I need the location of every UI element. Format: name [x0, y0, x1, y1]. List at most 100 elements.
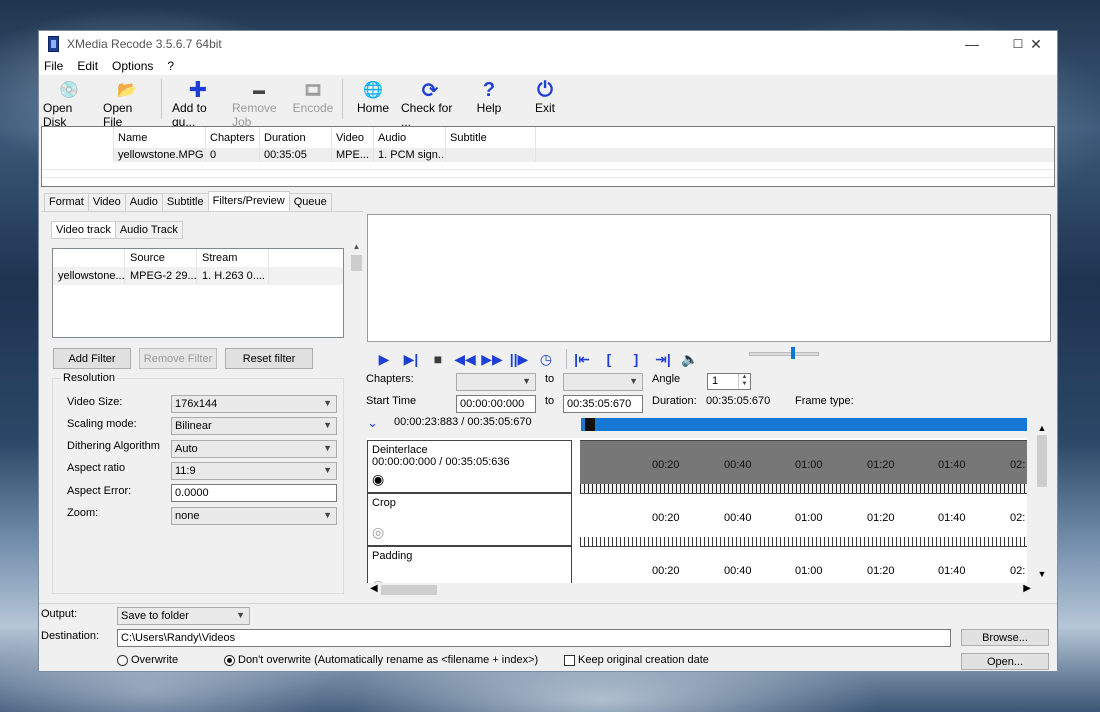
output-select[interactable]: Save to folder ▼ [117, 607, 250, 625]
overwrite-radio[interactable]: Overwrite [117, 654, 178, 666]
column-source[interactable]: Source [125, 249, 197, 267]
file-list[interactable]: Name Chapters Duration Video Audio Subti… [41, 126, 1055, 187]
timeline-track-padding[interactable]: 00:20 00:40 01:00 01:20 01:40 02: [580, 546, 1027, 583]
chevron-down-icon: ▼ [323, 420, 332, 430]
remove-filter-button[interactable]: Remove Filter [139, 348, 217, 369]
track-list[interactable]: Source Stream yellowstone.... MPEG-2 29.… [52, 248, 344, 338]
tab-format[interactable]: Format [44, 193, 89, 211]
tab-queue[interactable]: Queue [288, 193, 332, 211]
to-label: to [545, 373, 555, 385]
eye-icon[interactable]: ◉ [372, 472, 394, 486]
tab-audio-track[interactable]: Audio Track [114, 221, 183, 239]
tab-video-track[interactable]: Video track [51, 221, 116, 239]
column-subtitle[interactable]: Subtitle [446, 127, 536, 148]
start-time-field[interactable]: 00:00:00:000 [456, 395, 536, 413]
chapter-start-select[interactable]: ▼ [456, 373, 536, 391]
video-size-select[interactable]: 176x144 ▼ [171, 395, 337, 413]
play-icon[interactable]: ▶ [373, 349, 395, 369]
start-time-label: Start Time [366, 395, 417, 407]
column-duration[interactable]: Duration [260, 127, 332, 148]
aspect-ratio-label: Aspect ratio [67, 462, 126, 474]
rewind-icon[interactable]: ◀◀ [454, 349, 476, 369]
reset-filter-button[interactable]: Reset filter [225, 348, 313, 369]
tab-subtitle[interactable]: Subtitle [161, 193, 209, 211]
chevron-down-icon[interactable]: ⌄ [367, 415, 378, 431]
volume-slider[interactable] [749, 352, 819, 356]
go-to-end-icon[interactable]: ⇥| [652, 349, 674, 369]
minimize-button[interactable]: — [949, 31, 995, 57]
help-button[interactable]: ? Help [463, 79, 515, 116]
stop-icon[interactable]: ■ [427, 349, 449, 369]
chapter-end-select[interactable]: ▼ [563, 373, 643, 391]
open-file-button[interactable]: 📂 Open File [99, 79, 155, 129]
remove-job-button[interactable]: ▬ Remove Job [228, 79, 290, 129]
scroll-thumb[interactable] [381, 585, 437, 595]
panel-scrollbar[interactable]: ▲ [350, 242, 363, 271]
close-button[interactable]: ✕ [1013, 31, 1059, 57]
mark-in-icon[interactable]: [ [598, 349, 620, 369]
seek-bar-thumb[interactable] [585, 418, 595, 431]
scaling-mode-select[interactable]: Bilinear ▼ [171, 417, 337, 435]
column-stream[interactable]: Stream [197, 249, 269, 267]
aspect-error-field[interactable]: 0.0000 [171, 484, 337, 502]
add-to-queue-button[interactable]: ✚ Add to qu... [168, 77, 228, 129]
browse-button[interactable]: Browse... [961, 629, 1049, 646]
table-row[interactable]: yellowstone.... MPEG-2 29.... 1. H.263 0… [53, 267, 343, 285]
encode-button[interactable]: 🎞 Encode [290, 79, 336, 115]
timeline-vertical-scrollbar[interactable]: ▲ ▼ [1034, 423, 1050, 583]
column-chapters[interactable]: Chapters [206, 127, 260, 148]
tab-video[interactable]: Video [87, 193, 126, 211]
clock-icon[interactable]: ◷ [535, 349, 557, 369]
volume-slider-thumb[interactable] [791, 347, 795, 359]
eye-icon[interactable]: ◎ [372, 525, 394, 539]
column-name[interactable]: Name [114, 127, 206, 148]
filter-padding[interactable]: Padding ◎ [367, 546, 572, 583]
scroll-up-icon[interactable]: ▲ [1034, 423, 1050, 433]
scroll-down-icon[interactable]: ▼ [1034, 569, 1050, 579]
keep-date-checkbox[interactable]: Keep original creation date [564, 654, 709, 666]
scroll-thumb[interactable] [351, 255, 362, 271]
seek-bar[interactable] [581, 418, 1027, 431]
video-preview[interactable] [367, 214, 1051, 342]
tab-audio[interactable]: Audio [124, 193, 163, 211]
open-button[interactable]: Open... [961, 653, 1049, 670]
home-button[interactable]: 🌐 Home [349, 79, 397, 115]
scroll-left-icon[interactable]: ◀ [370, 583, 378, 594]
zoom-select[interactable]: none ▼ [171, 507, 337, 525]
column-audio[interactable]: Audio [374, 127, 446, 148]
timeline-track-deinterlace[interactable]: 00:20 00:40 01:00 01:20 01:40 02: [580, 440, 1027, 493]
mark-out-icon[interactable]: ] [625, 349, 647, 369]
go-to-start-icon[interactable]: |⇤ [571, 349, 593, 369]
scroll-right-icon[interactable]: ▶ [1023, 583, 1031, 594]
window-title: XMedia Recode 3.5.6.7 64bit [67, 37, 222, 51]
folder-icon: 📂 [117, 82, 137, 99]
step-forward-icon[interactable]: ||▶ [508, 349, 530, 369]
timeline-ruler [580, 484, 1027, 493]
open-disk-button[interactable]: 💿 Open Disk [39, 79, 99, 129]
aspect-ratio-select[interactable]: 11:9 ▼ [171, 462, 337, 480]
dont-overwrite-radio[interactable]: Don't overwrite (Automatically rename as… [224, 654, 538, 666]
timeline-horizontal-scrollbar[interactable]: ◀ ▶ [367, 583, 1051, 597]
check-for-updates-button[interactable]: ⟳ Check for ... [397, 79, 463, 130]
menu-options[interactable]: Options [112, 59, 153, 73]
menu-help[interactable]: ? [167, 59, 174, 73]
exit-button[interactable]: ⏻ Exit [515, 79, 575, 116]
angle-spinner[interactable]: 1 ▲ ▼ [707, 373, 751, 390]
volume-icon[interactable]: 🔈 [679, 349, 701, 369]
table-row[interactable]: yellowstone.MPG 0 00:35:05 MPE... 1. PCM… [42, 148, 1054, 162]
next-frame-icon[interactable]: ▶| [400, 349, 422, 369]
tab-filters-preview[interactable]: Filters/Preview [207, 191, 290, 211]
spinner-arrows-icon[interactable]: ▲ ▼ [738, 374, 750, 389]
fast-forward-icon[interactable]: ▶▶ [481, 349, 503, 369]
add-filter-button[interactable]: Add Filter [53, 348, 131, 369]
timeline-track-crop[interactable]: 00:20 00:40 01:00 01:20 01:40 02: [580, 493, 1027, 546]
filter-crop[interactable]: Crop ◎ [367, 493, 572, 546]
scroll-thumb[interactable] [1037, 435, 1047, 487]
menu-file[interactable]: File [44, 59, 63, 73]
menu-edit[interactable]: Edit [77, 59, 98, 73]
end-time-field[interactable]: 00:35:05:670 [563, 395, 643, 413]
filter-deinterlace[interactable]: Deinterlace 00:00:00:000 / 00:35:05:636 … [367, 440, 572, 493]
dithering-select[interactable]: Auto ▼ [171, 440, 337, 458]
destination-field[interactable]: C:\Users\Randy\Videos [117, 629, 951, 647]
column-video[interactable]: Video [332, 127, 374, 148]
